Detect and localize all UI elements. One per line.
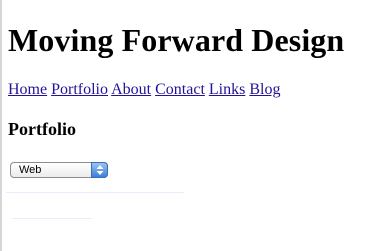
background-rule [12,218,92,219]
nav-link-links[interactable]: Links [209,81,245,98]
site-title: Moving Forward Design [8,22,345,58]
background-rule [6,192,184,193]
nav-link-home[interactable]: Home [8,81,47,98]
section-title: Portfolio [8,119,76,139]
main-nav: Home Portfolio About Contact Links Blog [8,80,280,100]
nav-link-contact[interactable]: Contact [155,81,205,98]
category-select-value: Web [19,164,42,176]
nav-link-blog[interactable]: Blog [249,81,280,98]
up-down-arrows-icon [91,162,108,178]
nav-link-portfolio[interactable]: Portfolio [51,81,108,98]
category-select[interactable]: Web [10,162,108,178]
window-edge [0,0,2,251]
nav-link-about[interactable]: About [111,81,151,98]
